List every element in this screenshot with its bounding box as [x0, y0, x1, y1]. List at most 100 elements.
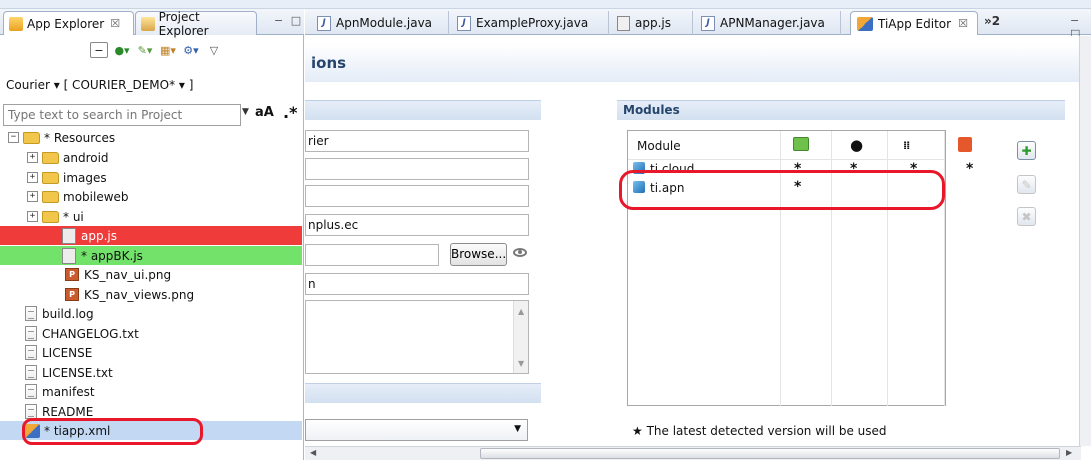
tree-item-label: build.log: [42, 306, 94, 321]
tab-app-js[interactable]: app.js: [611, 11, 693, 35]
tab-overflow-button[interactable]: »2: [984, 14, 1000, 28]
tree-item-images[interactable]: + images: [0, 168, 302, 187]
regex-toggle[interactable]: .*: [283, 103, 297, 122]
close-icon[interactable]: ☒: [958, 17, 968, 30]
tab-label: ExampleProxy.java: [476, 16, 589, 30]
tree-item-label: * ui: [63, 209, 84, 224]
section-header-deployment: [305, 383, 541, 403]
app-explorer-icon: [9, 16, 23, 31]
icon-path-field[interactable]: [305, 244, 439, 266]
horizontal-scroll-thumb[interactable]: [480, 448, 1060, 459]
section-header-general: [305, 100, 541, 120]
project-selector[interactable]: Courier ▾ [ COURIER_DEMO* ▾ ]: [6, 78, 193, 92]
remove-module-button[interactable]: ✖: [1017, 207, 1036, 226]
text-file-icon: [25, 404, 37, 419]
app-id-field[interactable]: [305, 158, 529, 180]
deploy-icon[interactable]: ▦▾: [159, 42, 177, 58]
sdk-version-select[interactable]: ▼: [305, 419, 528, 441]
tree-item-android[interactable]: + android: [0, 148, 302, 167]
tree-item-label: mobileweb: [63, 189, 129, 204]
filter-icon[interactable]: ●▾: [113, 42, 131, 58]
annotation-circle-ti-apn: [619, 170, 945, 210]
search-input[interactable]: [3, 104, 241, 126]
tree-item-appbk-js[interactable]: * appBK.js: [0, 246, 302, 265]
app-name-field[interactable]: rier: [305, 130, 529, 152]
eye-icon[interactable]: [513, 248, 527, 257]
tab-label: App Explorer: [27, 16, 105, 31]
expand-icon[interactable]: +: [27, 172, 38, 183]
js-file-icon: [617, 15, 630, 31]
copyright-textarea[interactable]: [305, 300, 529, 374]
add-module-button[interactable]: ✚: [1017, 141, 1036, 160]
tree-item-license-txt[interactable]: LICENSE.txt: [0, 363, 302, 382]
tree-item-label: CHANGELOG.txt: [42, 326, 139, 341]
folder-icon: [42, 151, 59, 164]
expand-icon[interactable]: +: [27, 191, 38, 202]
version-field[interactable]: [305, 185, 529, 207]
html5-platform-icon: [958, 137, 972, 152]
tree-item-manifest[interactable]: manifest: [0, 382, 302, 401]
left-panel: App Explorer ☒ Project Explorer − □ − ●▾…: [0, 9, 304, 460]
new-icon[interactable]: ✎▾: [136, 42, 154, 58]
tree-item-mobileweb[interactable]: + mobileweb: [0, 187, 302, 206]
tab-tiapp-editor[interactable]: TiApp Editor ☒: [850, 11, 978, 35]
text-file-icon: [25, 326, 37, 341]
tiapp-editor-icon: [857, 16, 873, 31]
blackberry-platform-icon: ⁞⁞: [903, 139, 910, 152]
tree-item-resources[interactable]: − * Resources: [0, 128, 302, 147]
left-panel-tabbar: App Explorer ☒ Project Explorer − □: [0, 9, 304, 38]
folder-icon: [42, 190, 59, 203]
tree-item-build-log[interactable]: build.log: [0, 304, 302, 323]
tree-item-label: images: [63, 170, 107, 185]
tree-item-label: KS_nav_ui.png: [84, 267, 172, 282]
module-mark: *: [966, 161, 974, 177]
tree-item-label: * Resources: [44, 130, 116, 145]
browse-button[interactable]: Browse...: [450, 243, 507, 266]
folder-icon: [42, 210, 59, 223]
publisher-field[interactable]: nplus.ec: [305, 214, 529, 236]
description-field[interactable]: n: [305, 273, 529, 295]
tree-item-app-js[interactable]: app.js: [0, 226, 302, 245]
tree-item-ks-nav-views[interactable]: P KS_nav_views.png: [0, 285, 302, 304]
tree-item-ks-nav-ui[interactable]: P KS_nav_ui.png: [0, 265, 302, 284]
tree-item-label: README: [42, 404, 94, 419]
collapse-all-icon[interactable]: −: [90, 42, 108, 58]
png-file-icon: P: [65, 268, 79, 281]
tab-exampleproxy-java[interactable]: J ExampleProxy.java: [451, 11, 609, 35]
view-menu-icon[interactable]: ▽: [205, 42, 223, 58]
annotation-circle-tiapp: [22, 418, 203, 445]
edit-module-button[interactable]: ✎: [1017, 175, 1036, 194]
editor-tabbar: J ApnModule.java J ExampleProxy.java app…: [305, 9, 1091, 40]
text-file-icon: [25, 306, 37, 321]
tree-item-ui[interactable]: + * ui: [0, 207, 302, 226]
tree-item-changelog[interactable]: CHANGELOG.txt: [0, 324, 302, 343]
java-file-icon: J: [457, 15, 471, 31]
run-icon[interactable]: ⚙▾: [182, 42, 200, 58]
case-sensitive-toggle[interactable]: aA: [255, 105, 274, 120]
modules-footnote: ★ The latest detected version will be us…: [632, 424, 887, 438]
close-icon[interactable]: ☒: [110, 17, 120, 30]
scroll-left-icon[interactable]: ◀: [310, 448, 316, 457]
folder-icon: [42, 171, 59, 184]
tree-item-label: LICENSE.txt: [42, 365, 113, 380]
tab-label: Project Explorer: [158, 9, 209, 38]
scroll-right-icon[interactable]: ▶: [1066, 448, 1072, 457]
textarea-scrollbar[interactable]: ▲ ▼: [513, 301, 528, 373]
tab-apnmanager-java[interactable]: J APNManager.java: [695, 11, 841, 35]
collapse-icon[interactable]: −: [8, 132, 19, 143]
minimize-maximize-icons[interactable]: − □: [274, 14, 303, 27]
tab-project-explorer[interactable]: Project Explorer: [135, 9, 257, 38]
tree-item-label: KS_nav_views.png: [84, 287, 195, 302]
tree-item-license[interactable]: LICENSE: [0, 343, 302, 362]
tab-label: APNManager.java: [720, 16, 825, 30]
vertical-scrollbar[interactable]: [1079, 36, 1091, 446]
module-column-header: Module: [637, 139, 681, 153]
tab-apnmodule-java[interactable]: J ApnModule.java: [311, 11, 449, 35]
search-dropdown-icon[interactable]: ▼: [242, 107, 249, 117]
text-file-icon: [25, 384, 37, 399]
expand-icon[interactable]: +: [27, 211, 38, 222]
tab-app-explorer[interactable]: App Explorer ☒: [3, 11, 134, 35]
tree-item-label: LICENSE: [42, 345, 93, 360]
tree-item-label: android: [63, 150, 109, 165]
expand-icon[interactable]: +: [27, 152, 38, 163]
